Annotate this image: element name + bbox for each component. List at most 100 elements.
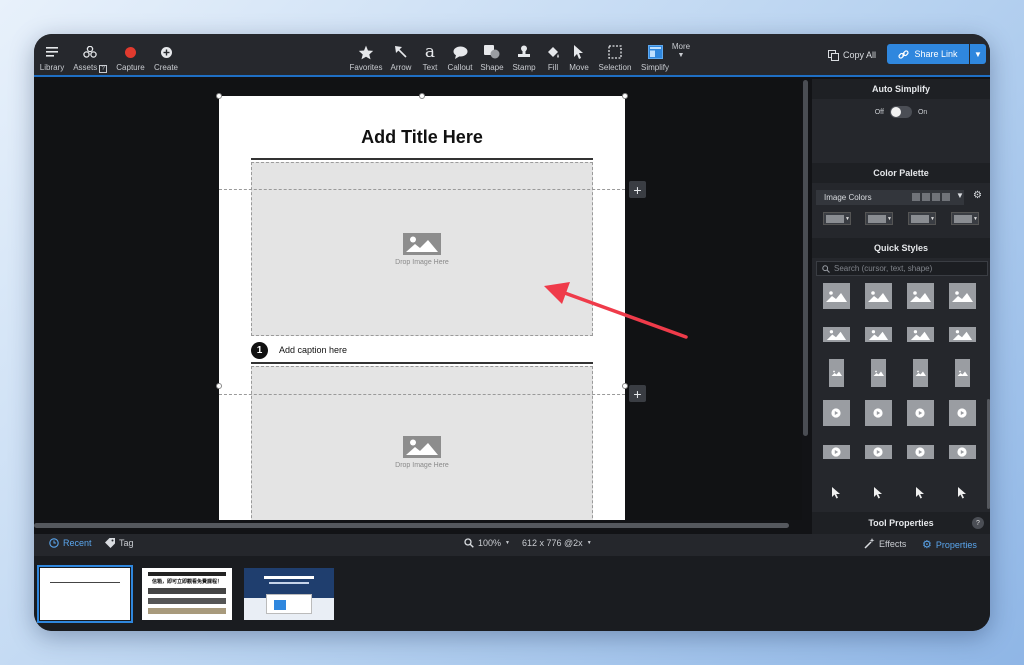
image-icon: [952, 329, 973, 340]
quick-style-item[interactable]: [862, 282, 894, 310]
simplify-icon: [647, 43, 663, 61]
quick-style-item[interactable]: [862, 438, 894, 466]
selection-handle[interactable]: [419, 93, 425, 99]
tag-button[interactable]: Tag: [105, 538, 134, 548]
quick-style-item[interactable]: [820, 282, 852, 310]
quick-style-item[interactable]: [946, 320, 978, 348]
canvas-vertical-scrollbar[interactable]: [803, 80, 808, 436]
quick-style-item[interactable]: [904, 479, 936, 507]
dimensions-control[interactable]: 612 x 776 @2x ▼: [522, 538, 592, 548]
caption-text[interactable]: Add caption here: [279, 345, 347, 355]
zoom-control[interactable]: 100% ▼: [464, 538, 510, 548]
auto-simplify-toggle-row: Off On: [812, 106, 990, 118]
color-swatch[interactable]: ▼: [951, 212, 979, 225]
quick-style-item[interactable]: [820, 479, 852, 507]
image-icon: [873, 370, 884, 376]
quick-style-item[interactable]: [946, 438, 978, 466]
gear-icon[interactable]: ⚙: [973, 190, 982, 201]
quick-style-item[interactable]: [862, 359, 894, 387]
tool-shape-label: Shape: [480, 63, 504, 72]
image-drop-zone[interactable]: Drop Image Here: [251, 366, 593, 520]
selection-handle[interactable]: [216, 383, 222, 389]
caption-row[interactable]: 1 Add caption here: [251, 341, 347, 359]
thumbnail-item[interactable]: [244, 568, 334, 620]
quick-style-item[interactable]: [862, 320, 894, 348]
chevron-down-icon[interactable]: ▼: [956, 191, 964, 200]
more-button[interactable]: More ▼: [668, 34, 694, 77]
image-icon: [403, 435, 441, 458]
page-title[interactable]: Add Title Here: [219, 127, 625, 148]
color-palette-select[interactable]: Image Colors: [816, 190, 964, 205]
quick-style-item[interactable]: [904, 359, 936, 387]
tool-arrow[interactable]: Arrow: [387, 34, 415, 77]
tool-selection[interactable]: Selection: [596, 34, 634, 77]
quick-style-item[interactable]: [904, 320, 936, 348]
play-icon: [957, 447, 967, 457]
recent-thumbnails: 信箱，即可立即觀看免費課程！: [34, 556, 990, 631]
share-options-dropdown[interactable]: ▼: [970, 44, 986, 64]
text-icon: a: [424, 42, 436, 62]
thumbnail-item[interactable]: [37, 565, 133, 623]
library-button[interactable]: Library: [38, 34, 66, 77]
image-icon: [957, 370, 968, 376]
tool-stamp[interactable]: Stamp: [509, 34, 539, 77]
selection-handle[interactable]: [622, 383, 628, 389]
image-icon: [952, 291, 973, 302]
quick-style-item[interactable]: [820, 359, 852, 387]
selection-handle[interactable]: [622, 93, 628, 99]
tool-callout[interactable]: Callout: [445, 34, 475, 77]
tool-move[interactable]: Move: [566, 34, 592, 77]
tool-fill[interactable]: Fill: [542, 34, 564, 77]
gear-icon: ⚙: [922, 539, 932, 551]
image-icon: [403, 232, 441, 255]
tool-favorites[interactable]: Favorites: [348, 34, 384, 77]
quick-style-item[interactable]: [862, 399, 894, 427]
recent-tab[interactable]: Recent: [49, 538, 92, 548]
quick-styles-search[interactable]: Search (cursor, text, shape): [816, 261, 988, 276]
quick-style-item[interactable]: [862, 479, 894, 507]
cursor-icon: [915, 487, 924, 499]
create-label: Create: [153, 63, 178, 72]
tool-move-label: Move: [569, 63, 589, 72]
thumbnail-item[interactable]: 信箱，即可立即觀看免費課程！: [142, 568, 232, 620]
canvas-horizontal-scrollbar[interactable]: [34, 523, 789, 528]
quick-style-item[interactable]: [904, 282, 936, 310]
quick-style-item[interactable]: [904, 399, 936, 427]
tool-text[interactable]: a Text: [418, 34, 442, 77]
properties-button[interactable]: ⚙ Properties: [922, 538, 977, 551]
effects-button[interactable]: Effects: [864, 538, 906, 549]
quick-style-item[interactable]: [820, 399, 852, 427]
tool-arrow-label: Arrow: [390, 63, 412, 72]
quick-style-item[interactable]: [820, 320, 852, 348]
color-swatch[interactable]: ▼: [865, 212, 893, 225]
quick-style-item[interactable]: [946, 282, 978, 310]
play-icon: [873, 447, 883, 457]
color-swatch[interactable]: ▼: [823, 212, 851, 225]
copy-icon: [828, 49, 839, 61]
arrow-icon: [394, 43, 408, 61]
quick-style-item[interactable]: [946, 479, 978, 507]
assets-button[interactable]: Assets ?: [71, 34, 109, 77]
color-swatch[interactable]: ▼: [908, 212, 936, 225]
quick-style-item[interactable]: [946, 399, 978, 427]
copy-all-button[interactable]: Copy All: [828, 45, 876, 65]
add-section-button[interactable]: +: [629, 181, 646, 198]
auto-simplify-toggle[interactable]: [889, 106, 912, 118]
editor-canvas[interactable]: Add Title Here Drop Image Here 1 Add cap…: [34, 79, 802, 520]
create-button[interactable]: Create: [151, 34, 181, 77]
quick-style-item[interactable]: [904, 438, 936, 466]
share-link-button[interactable]: Share Link: [887, 44, 969, 64]
image-icon: [826, 291, 847, 302]
capture-button[interactable]: Capture: [114, 34, 147, 77]
tool-shape[interactable]: Shape: [478, 34, 506, 77]
add-section-button[interactable]: +: [629, 385, 646, 402]
help-icon[interactable]: ?: [972, 517, 984, 529]
quick-style-item[interactable]: [946, 359, 978, 387]
quick-styles-header: Quick Styles: [812, 238, 990, 258]
chevron-down-icon: ▼: [974, 49, 982, 59]
auto-simplify-header: Auto Simplify: [812, 79, 990, 99]
search-placeholder: Search (cursor, text, shape): [834, 264, 933, 273]
selection-handle[interactable]: [216, 93, 222, 99]
quick-style-item[interactable]: [820, 438, 852, 466]
panel-scrollbar[interactable]: [987, 399, 990, 509]
